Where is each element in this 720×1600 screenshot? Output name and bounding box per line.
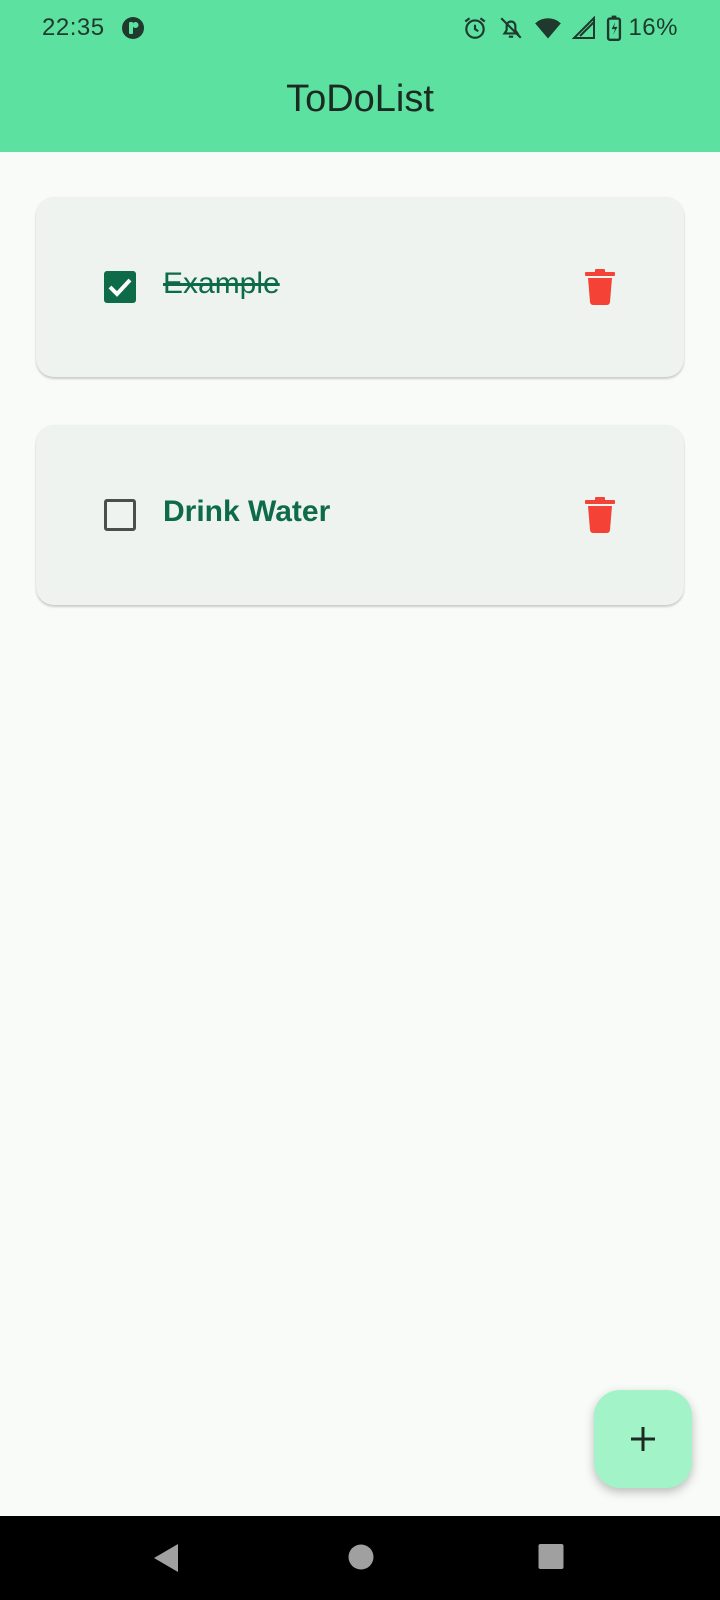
screen: 22:35 16% ToDoList Example Drink Water (0, 0, 720, 1600)
task-checkbox-unchecked[interactable] (104, 499, 136, 531)
add-icon (631, 1427, 655, 1451)
notifications-off-icon (500, 17, 522, 39)
status-time: 22:35 (42, 14, 105, 41)
app-notification-icon (122, 17, 144, 39)
status-bar: 22:35 16% (0, 0, 720, 56)
alarm-icon (465, 17, 486, 39)
cell-signal-icon (572, 16, 596, 39)
battery-charging-icon (607, 15, 622, 41)
task-label: Drink Water (163, 495, 331, 528)
task-list: Example Drink Water (36, 197, 684, 653)
wifi-icon (535, 18, 562, 39)
home-icon[interactable] (348, 1542, 374, 1574)
delete-icon[interactable] (585, 497, 615, 533)
task-card[interactable]: Drink Water (36, 425, 684, 605)
add-task-button[interactable] (594, 1390, 692, 1488)
app-title: ToDoList (286, 78, 434, 120)
status-icons: 16% (462, 14, 678, 42)
delete-icon[interactable] (585, 269, 615, 305)
back-icon[interactable] (152, 1542, 182, 1574)
navigation-bar (0, 1516, 720, 1600)
recents-icon[interactable] (538, 1542, 564, 1574)
header: 22:35 16% ToDoList (0, 0, 720, 152)
battery-percent: 16% (628, 14, 678, 41)
task-label: Example (163, 267, 280, 300)
task-card[interactable]: Example (36, 197, 684, 377)
task-checkbox-checked[interactable] (104, 271, 136, 303)
checkmark-icon (108, 278, 132, 297)
